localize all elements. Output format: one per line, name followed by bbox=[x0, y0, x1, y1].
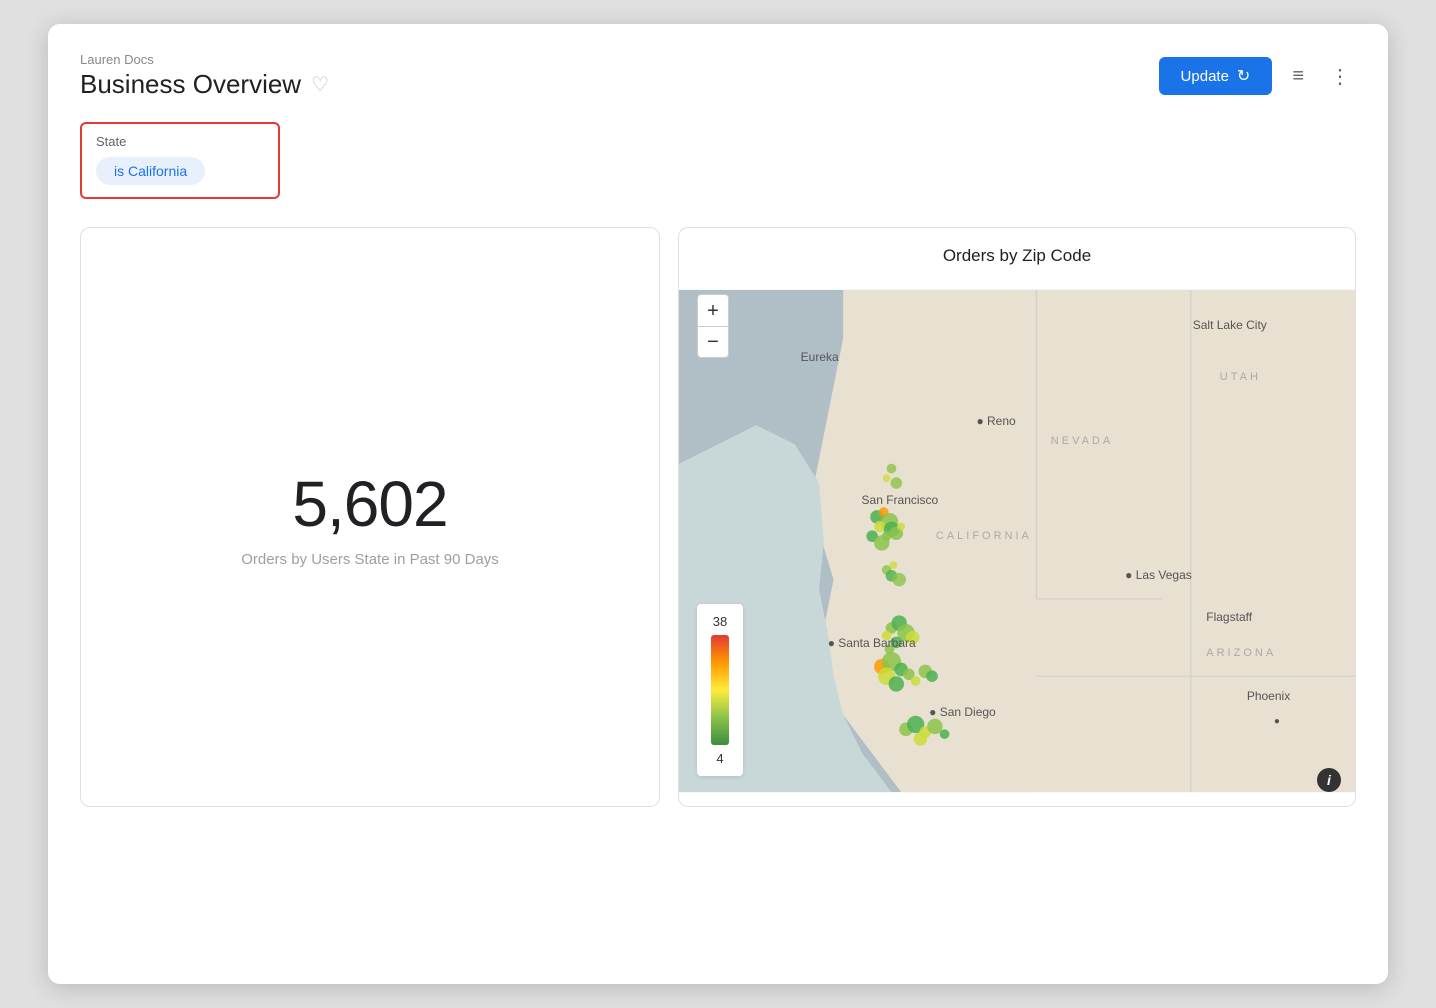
filter-label: State bbox=[96, 134, 264, 149]
more-options-button[interactable]: ⋮ bbox=[1324, 60, 1356, 93]
stat-number: 5,602 bbox=[292, 467, 447, 541]
legend-min: 4 bbox=[716, 751, 723, 766]
update-button-label: Update bbox=[1181, 68, 1229, 85]
stat-label: Orders by Users State in Past 90 Days bbox=[241, 551, 499, 568]
zoom-out-button[interactable]: − bbox=[697, 326, 729, 358]
map-title: Orders by Zip Code bbox=[679, 228, 1355, 276]
title-area: Lauren Docs Business Overview ♡ bbox=[80, 52, 329, 100]
more-icon: ⋮ bbox=[1330, 64, 1350, 89]
legend-max: 38 bbox=[713, 614, 727, 629]
map-controls: + − bbox=[697, 294, 729, 358]
map-container: Eureka ● Reno Salt Lake City NEVADA UTAH… bbox=[679, 276, 1355, 806]
update-button[interactable]: Update ↻ bbox=[1159, 57, 1273, 95]
favorite-icon[interactable]: ♡ bbox=[311, 72, 329, 97]
refresh-icon: ↻ bbox=[1237, 66, 1250, 86]
zoom-in-button[interactable]: + bbox=[697, 294, 729, 326]
filter-chip[interactable]: is California bbox=[96, 157, 205, 185]
legend-bar bbox=[711, 635, 729, 745]
info-circle: i bbox=[1317, 768, 1341, 792]
panels-row: 5,602 Orders by Users State in Past 90 D… bbox=[80, 227, 1356, 807]
map-legend: 38 4 bbox=[697, 604, 743, 776]
page-title: Business Overview ♡ bbox=[80, 69, 329, 100]
filter-icon-button[interactable]: ≡ bbox=[1286, 61, 1310, 92]
breadcrumb: Lauren Docs bbox=[80, 52, 329, 67]
header-actions: Update ↻ ≡ ⋮ bbox=[1159, 57, 1356, 95]
filter-section: State is California bbox=[80, 122, 1356, 199]
header: Lauren Docs Business Overview ♡ Update ↻… bbox=[80, 52, 1356, 100]
map-info-icon[interactable]: i bbox=[1317, 768, 1341, 792]
filter-box: State is California bbox=[80, 122, 280, 199]
main-window: Lauren Docs Business Overview ♡ Update ↻… bbox=[48, 24, 1388, 984]
filter-icon: ≡ bbox=[1292, 65, 1304, 88]
map-panel: Orders by Zip Code bbox=[678, 227, 1356, 807]
stat-panel: 5,602 Orders by Users State in Past 90 D… bbox=[80, 227, 660, 807]
map-svg bbox=[679, 276, 1355, 806]
page-title-text: Business Overview bbox=[80, 69, 301, 100]
